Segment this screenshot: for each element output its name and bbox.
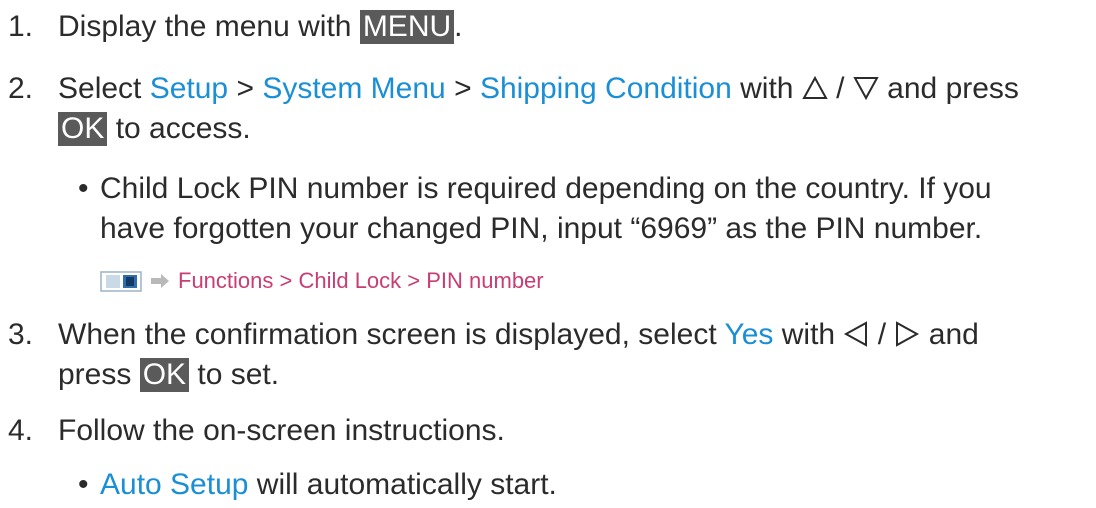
- step-text-part: to set.: [189, 358, 280, 391]
- step-text-part: When the confirmation screen is displaye…: [58, 318, 725, 351]
- bullet: •: [78, 172, 89, 205]
- step-text-part: and press: [878, 72, 1019, 105]
- step-text: press OK to set.: [58, 356, 279, 394]
- right-arrow-icon: [151, 274, 169, 288]
- instruction-page: 1. Display the menu with MENU. 2. Select…: [0, 0, 1096, 508]
- step-text: When the confirmation screen is displaye…: [58, 316, 979, 354]
- reference-path: Functions > Child Lock > PIN number: [100, 266, 544, 296]
- step-text-part: Display the menu with: [58, 10, 360, 43]
- step-text-part: press: [58, 358, 140, 391]
- link-auto-setup[interactable]: Auto Setup: [100, 468, 248, 501]
- slash: /: [827, 72, 853, 105]
- step-text-part: with: [773, 318, 844, 351]
- link-setup[interactable]: Setup: [150, 72, 228, 105]
- auto-setup-note: Auto Setup will automatically start.: [100, 466, 557, 504]
- menu-key: MENU: [359, 10, 455, 44]
- ok-key: OK: [58, 112, 108, 146]
- step-text: Follow the on-screen instructions.: [58, 414, 505, 447]
- reference-text[interactable]: Functions > Child Lock > PIN number: [178, 268, 544, 293]
- step-text-part: and: [920, 318, 979, 351]
- step-number: 2.: [8, 72, 34, 105]
- link-shipping-condition[interactable]: Shipping Condition: [480, 72, 732, 105]
- step-text-part: .: [454, 10, 463, 43]
- down-triangle-icon: [853, 77, 879, 101]
- step-number: 4.: [8, 414, 34, 447]
- tv-menu-icon: [100, 271, 142, 292]
- slash: /: [869, 318, 895, 351]
- left-triangle-icon: [844, 321, 868, 347]
- link-system-menu[interactable]: System Menu: [262, 72, 445, 105]
- separator: >: [445, 72, 480, 105]
- step-text-part: to access.: [107, 112, 251, 145]
- pin-note-line-1: Child Lock PIN number is required depend…: [100, 172, 992, 205]
- up-triangle-icon: [802, 75, 828, 99]
- step-text: OK to access.: [58, 110, 251, 148]
- link-yes[interactable]: Yes: [724, 318, 773, 351]
- step-text: Display the menu with MENU.: [58, 8, 463, 46]
- right-triangle-icon: [896, 321, 920, 347]
- note-text: will automatically start.: [248, 468, 557, 501]
- ok-key: OK: [139, 358, 190, 392]
- step-number: 3.: [8, 318, 34, 351]
- bullet: •: [78, 468, 89, 501]
- separator: >: [228, 72, 263, 105]
- pin-note-line-2: have forgotten your changed PIN, input “…: [100, 212, 983, 245]
- step-text-part: Select: [58, 72, 150, 105]
- step-text: Select Setup > System Menu > Shipping Co…: [58, 70, 1019, 108]
- step-text-part: with: [731, 72, 802, 105]
- step-number: 1.: [8, 10, 34, 43]
